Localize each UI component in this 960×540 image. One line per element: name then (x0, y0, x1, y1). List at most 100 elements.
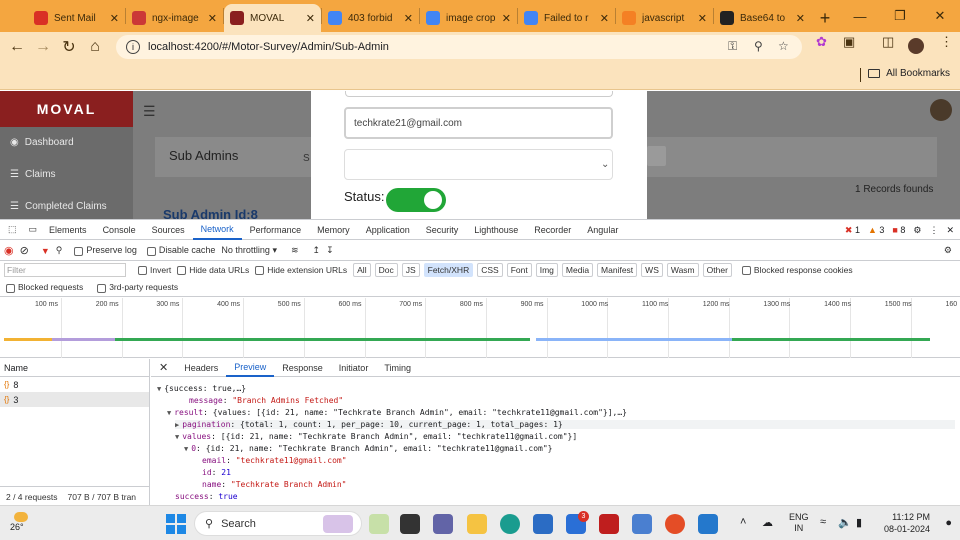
edge-icon[interactable] (500, 514, 520, 534)
weather-widget[interactable]: 26° (10, 510, 28, 532)
third-party-checkbox[interactable]: 3rd-party requests (97, 282, 178, 293)
import-icon[interactable]: ↥ (313, 245, 321, 256)
filter-chip-all[interactable]: All (353, 263, 371, 277)
tab-close-icon[interactable]: ✕ (502, 12, 511, 25)
preview-values[interactable]: ▼ values: [{id: 21, name: "Techkrate Bran… (175, 432, 577, 441)
extension-icon[interactable]: ✿ (816, 34, 827, 50)
devtools-tab-application[interactable]: Application (358, 220, 418, 240)
hide-extension-urls-checkbox[interactable]: Hide extension URLs (255, 265, 347, 276)
filter-input[interactable]: Filter (4, 263, 126, 277)
browser-tab[interactable]: Sent Mail ✕ (28, 4, 125, 32)
filter-chip-img[interactable]: Img (535, 263, 558, 277)
issues-count[interactable]: ■ 8 (892, 225, 905, 235)
filter-funnel-icon[interactable]: ▼ (41, 246, 50, 256)
close-icon[interactable]: ✕ (920, 0, 960, 32)
sidebar-item-claims[interactable]: ☰ Claims (10, 169, 56, 180)
user-avatar[interactable] (930, 99, 952, 121)
network-conditions-icon[interactable]: ≋ (291, 245, 299, 256)
filter-chip-font[interactable]: Font (506, 263, 532, 277)
preview-root[interactable]: ▼ {success: true,…} (157, 384, 246, 393)
devtools-tab-sources[interactable]: Sources (144, 220, 193, 240)
detail-tab-initiator[interactable]: Initiator (331, 359, 377, 377)
warning-count[interactable]: ▲ 3 (868, 225, 884, 235)
hamburger-icon[interactable]: ☰ (143, 103, 156, 120)
language-indicator[interactable]: ENG IN (789, 512, 809, 534)
task-view-icon[interactable] (400, 514, 420, 534)
browser-tab[interactable]: javascript ✕ (616, 4, 713, 32)
email-field[interactable]: techkrate21@gmail.com (344, 107, 613, 139)
new-tab-button[interactable]: + (811, 4, 839, 32)
teams-icon[interactable] (433, 514, 453, 534)
preview-result[interactable]: ▼ result: {values: [{id: 21, name: "Techk… (167, 408, 627, 417)
close-devtools-icon[interactable]: ✕ (946, 225, 954, 236)
inspect-icon[interactable]: ⬚ (0, 220, 25, 240)
filter-chip-doc[interactable]: Doc (374, 263, 398, 277)
tab-close-icon[interactable]: ✕ (698, 12, 707, 25)
detail-tab-preview[interactable]: Preview (226, 359, 275, 377)
blocked-requests-checkbox[interactable]: Blocked requests (6, 282, 83, 293)
detail-tab-response[interactable]: Response (274, 359, 331, 377)
sidebar-item-dashboard[interactable]: ◉ Dashboard (10, 137, 74, 148)
record-icon[interactable]: ◉ (4, 244, 14, 257)
chrome-icon[interactable] (665, 514, 685, 534)
browser-tab[interactable]: 403 forbid ✕ (322, 4, 419, 32)
preserve-log-checkbox[interactable]: Preserve log (74, 245, 137, 256)
reload-icon[interactable]: ↻ (56, 34, 82, 60)
side-panel-icon[interactable]: ◫ (882, 34, 894, 50)
search-icon[interactable]: ⚲ (56, 245, 63, 256)
extensions-puzzle-icon[interactable]: ▣ (843, 34, 855, 50)
vscode-icon[interactable] (698, 514, 718, 534)
filter-chip-ws[interactable]: WS (641, 263, 663, 277)
app-logo[interactable]: MOVAL (0, 91, 133, 127)
copilot-icon[interactable] (369, 514, 389, 534)
site-info-icon[interactable]: i (126, 40, 140, 54)
menu-kebab-icon[interactable]: ⋮ (940, 34, 953, 50)
browser-tab[interactable]: Base64 to ✕ (714, 4, 811, 32)
tab-close-icon[interactable]: ✕ (404, 12, 413, 25)
tab-close-icon[interactable]: ✕ (306, 12, 315, 25)
search-field[interactable] (647, 146, 666, 166)
wifi-icon[interactable]: ≈ (820, 516, 826, 528)
tab-close-icon[interactable]: ✕ (600, 12, 609, 25)
profile-avatar[interactable] (908, 38, 924, 54)
address-bar[interactable]: i localhost:4200/#/Motor-Survey/Admin/Su… (116, 35, 802, 59)
more-options-icon[interactable]: ⋮ (929, 225, 938, 236)
hide-data-urls-checkbox[interactable]: Hide data URLs (177, 265, 249, 276)
bookmark-star-icon[interactable]: ☆ (778, 39, 789, 53)
error-count[interactable]: ✖ 1 (845, 225, 860, 236)
request-row[interactable]: {} 8 (0, 377, 149, 392)
back-icon[interactable]: ← (4, 34, 30, 60)
all-bookmarks-button[interactable]: All Bookmarks (868, 68, 950, 79)
filter-chip-fetchxhr[interactable]: Fetch/XHR (423, 263, 474, 277)
home-icon[interactable]: ⌂ (82, 34, 108, 60)
filter-chip-manifest[interactable]: Manifest (597, 263, 638, 277)
devtools-tab-angular[interactable]: Angular (579, 220, 626, 240)
taskbar-search[interactable]: ⚲ Search (194, 511, 362, 536)
blocked-cookies-checkbox[interactable]: Blocked response cookies (741, 265, 853, 276)
filezilla-icon[interactable] (599, 514, 619, 534)
battery-icon[interactable]: ▮ (856, 516, 862, 529)
preview-item-0[interactable]: ▼ 0: {id: 21, name: "Techkrate Branch Adm… (184, 444, 552, 453)
restore-icon[interactable]: ❐ (880, 0, 920, 32)
name-field[interactable] (345, 91, 613, 97)
tab-close-icon[interactable]: ✕ (110, 12, 119, 25)
devtools-tab-lighthouse[interactable]: Lighthouse (466, 220, 526, 240)
devtools-tab-console[interactable]: Console (95, 220, 144, 240)
filter-chip-wasm[interactable]: Wasm (666, 263, 699, 277)
zoom-icon[interactable]: ⚲ (754, 39, 763, 53)
system-clock[interactable]: 11:12 PM 08-01-2024 (884, 511, 930, 535)
devtools-tab-network[interactable]: Network (192, 220, 242, 240)
devtools-tab-recorder[interactable]: Recorder (526, 220, 579, 240)
disable-cache-checkbox[interactable]: Disable cache (146, 245, 215, 256)
browser-tab[interactable]: image crop ✕ (420, 4, 517, 32)
preview-pagination[interactable]: ▶ pagination: {total: 1, count: 1, per_pa… (175, 420, 955, 429)
minimize-icon[interactable]: — (840, 0, 880, 32)
name-column-header[interactable]: Name (0, 359, 149, 377)
close-detail-icon[interactable]: ✕ (151, 359, 176, 377)
forward-icon[interactable]: → (30, 34, 56, 60)
settings-gear-icon[interactable]: ⚙ (913, 225, 921, 236)
chevron-up-icon[interactable]: ˄ (740, 516, 746, 528)
devtools-tab-memory[interactable]: Memory (309, 220, 358, 240)
browser-tab[interactable]: Failed to r ✕ (518, 4, 615, 32)
device-toggle-icon[interactable]: ▭ (25, 220, 42, 240)
